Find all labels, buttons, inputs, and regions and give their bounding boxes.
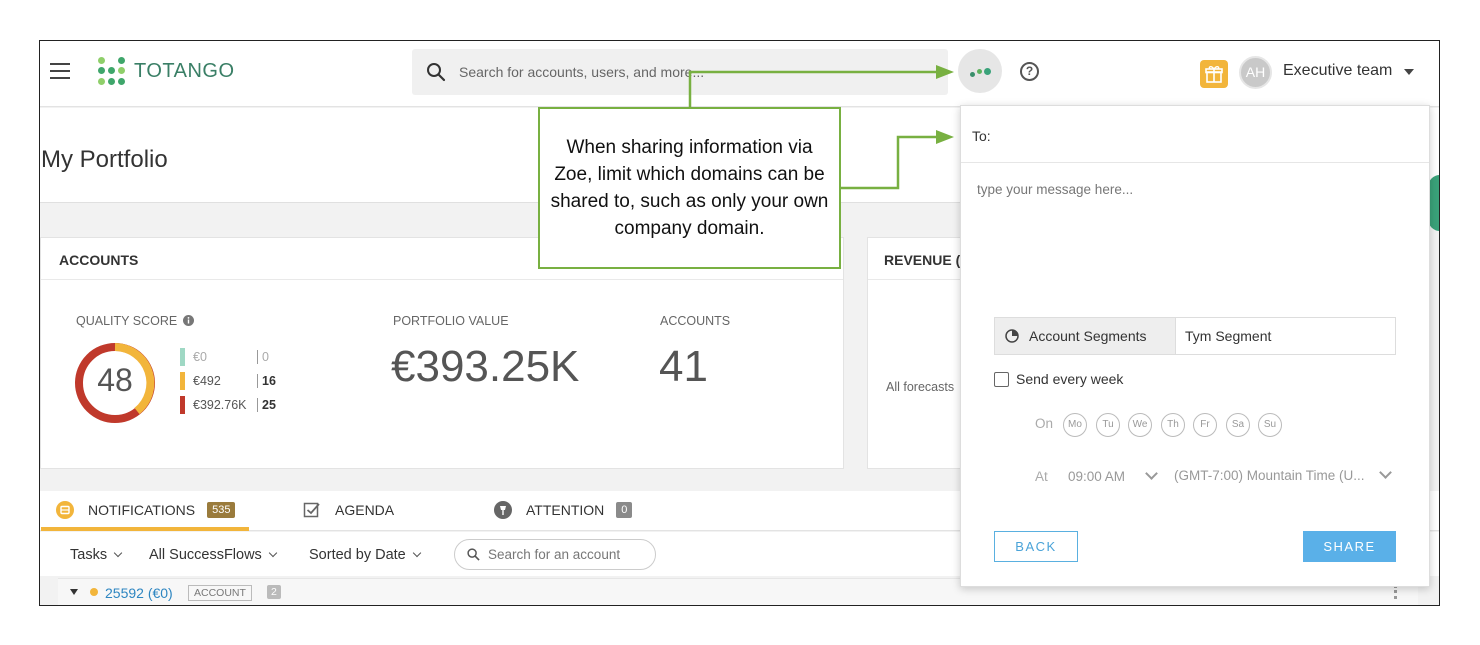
tab-label: ATTENTION bbox=[526, 502, 605, 518]
tab-label: AGENDA bbox=[335, 502, 395, 518]
forecast-label[interactable]: All forecasts bbox=[886, 380, 954, 394]
back-button[interactable]: BACK bbox=[994, 531, 1078, 562]
portfolio-value: €393.25K bbox=[391, 342, 580, 391]
legend-value: €392.76K bbox=[193, 398, 247, 412]
page-title: My Portfolio bbox=[41, 146, 168, 173]
legend-count: 16 bbox=[257, 374, 276, 388]
tab-agenda[interactable]: AGENDA bbox=[303, 501, 394, 519]
more-options-icon[interactable] bbox=[1394, 585, 1397, 599]
day-we[interactable]: We bbox=[1128, 413, 1152, 437]
tab-label: NOTIFICATIONS bbox=[88, 502, 196, 518]
legend-row-1: €492 16 bbox=[180, 372, 276, 390]
legend-value: €492 bbox=[193, 374, 221, 388]
legend-swatch bbox=[180, 396, 185, 414]
revenue-card: REVENUE ( All forecasts bbox=[867, 237, 967, 469]
active-tab-indicator bbox=[41, 527, 249, 531]
search-clear-icon[interactable] bbox=[912, 71, 922, 73]
day-su[interactable]: Su bbox=[1258, 413, 1282, 437]
portfolio-value-label: PORTFOLIO VALUE bbox=[393, 314, 509, 328]
send-weekly-checkbox[interactable]: Send every week bbox=[994, 371, 1123, 387]
account-link[interactable]: 25592 (€0) bbox=[105, 585, 173, 601]
annotation-callout: When sharing information via Zoe, limit … bbox=[538, 107, 841, 269]
tab-notifications[interactable]: NOTIFICATIONS 535 bbox=[56, 501, 236, 519]
day-fr[interactable]: Fr bbox=[1193, 413, 1217, 437]
day-sa[interactable]: Sa bbox=[1226, 413, 1250, 437]
legend-swatch bbox=[180, 372, 185, 390]
item-count-badge: 2 bbox=[267, 585, 281, 599]
pie-chart-icon bbox=[1005, 329, 1019, 343]
team-selector[interactable]: Executive team bbox=[1283, 62, 1392, 80]
logo[interactable]: TOTANGO bbox=[98, 57, 235, 85]
search-placeholder: Search for accounts, users, and more... bbox=[459, 64, 705, 80]
day-tu[interactable]: Tu bbox=[1096, 413, 1120, 437]
accounts-count-value: 41 bbox=[659, 342, 708, 391]
quality-score-value: 48 bbox=[97, 362, 133, 398]
zoe-dot-icon bbox=[977, 69, 982, 74]
global-search-input[interactable]: Search for accounts, users, and more... bbox=[412, 49, 948, 95]
gift-icon[interactable] bbox=[1200, 60, 1228, 88]
chevron-down-icon[interactable] bbox=[1145, 467, 1158, 480]
chevron-down-icon bbox=[412, 548, 421, 558]
logo-text: TOTANGO bbox=[134, 59, 235, 82]
pin-icon bbox=[494, 501, 512, 519]
notification-count-badge: 535 bbox=[207, 502, 236, 518]
at-label: At bbox=[1035, 469, 1048, 484]
revenue-card-title: REVENUE ( bbox=[868, 238, 966, 280]
legend-count: 25 bbox=[257, 398, 276, 412]
chevron-down-icon[interactable] bbox=[1379, 466, 1392, 479]
logo-icon bbox=[98, 57, 126, 85]
chevron-down-icon[interactable] bbox=[1404, 69, 1414, 75]
accounts-count-label: ACCOUNTS bbox=[660, 314, 731, 328]
zoe-dot-icon bbox=[984, 68, 991, 75]
expand-icon[interactable] bbox=[70, 589, 78, 595]
checkbox-icon[interactable] bbox=[994, 371, 1009, 387]
account-tag: ACCOUNT bbox=[188, 585, 252, 601]
chevron-down-icon bbox=[113, 548, 123, 558]
segment-type: Account Segments bbox=[995, 318, 1176, 354]
legend-count: 0 bbox=[257, 350, 269, 364]
to-label: To: bbox=[972, 128, 991, 144]
successflows-filter[interactable]: All SuccessFlows bbox=[149, 547, 278, 563]
menu-icon[interactable] bbox=[50, 63, 70, 79]
search-icon bbox=[467, 548, 480, 561]
sort-filter[interactable]: Sorted by Date bbox=[309, 547, 421, 563]
tab-attention[interactable]: ATTENTION 0 bbox=[494, 501, 633, 519]
chevron-down-icon bbox=[268, 548, 278, 558]
day-th[interactable]: Th bbox=[1161, 413, 1185, 437]
quality-score-label: QUALITY SCORE bbox=[76, 314, 194, 328]
checkbox-icon bbox=[303, 502, 320, 518]
legend-value: €0 bbox=[193, 350, 207, 364]
message-input[interactable]: type your message here... bbox=[977, 182, 1133, 197]
account-search-input[interactable]: Search for an account bbox=[454, 539, 656, 570]
legend-row-2: €392.76K 25 bbox=[180, 396, 276, 414]
top-bar: TOTANGO Search for accounts, users, and … bbox=[40, 41, 1439, 107]
time-select[interactable]: 09:00 AM bbox=[1068, 469, 1125, 484]
zoe-dot-icon bbox=[970, 72, 975, 77]
search-icon bbox=[427, 63, 446, 82]
day-mo[interactable]: Mo bbox=[1063, 413, 1087, 437]
share-panel: To: type your message here... Account Se… bbox=[960, 105, 1430, 587]
share-button[interactable]: SHARE bbox=[1303, 531, 1396, 562]
segment-selector[interactable]: Account Segments Tym Segment bbox=[994, 317, 1396, 355]
avatar[interactable]: AH bbox=[1239, 56, 1272, 89]
help-icon[interactable]: ? bbox=[1020, 62, 1039, 81]
status-dot-icon bbox=[90, 588, 98, 596]
tasks-filter[interactable]: Tasks bbox=[70, 547, 123, 563]
on-label: On bbox=[1035, 416, 1054, 431]
info-icon[interactable] bbox=[182, 315, 194, 326]
legend-swatch bbox=[180, 348, 185, 366]
gift-glyph bbox=[1205, 66, 1223, 83]
attention-count-badge: 0 bbox=[616, 502, 633, 518]
zoe-share-button[interactable] bbox=[958, 49, 1002, 93]
accounts-card: ACCOUNTS QUALITY SCORE 48 €0 0 €492 16 €… bbox=[40, 237, 844, 469]
notification-icon bbox=[56, 501, 74, 519]
segment-value: Tym Segment bbox=[1185, 328, 1272, 344]
account-search-placeholder: Search for an account bbox=[488, 547, 621, 562]
timezone-select[interactable]: (GMT-7:00) Mountain Time (U... bbox=[1174, 468, 1365, 483]
to-field[interactable]: To: bbox=[961, 106, 1429, 163]
legend-row-0: €0 0 bbox=[180, 348, 269, 366]
